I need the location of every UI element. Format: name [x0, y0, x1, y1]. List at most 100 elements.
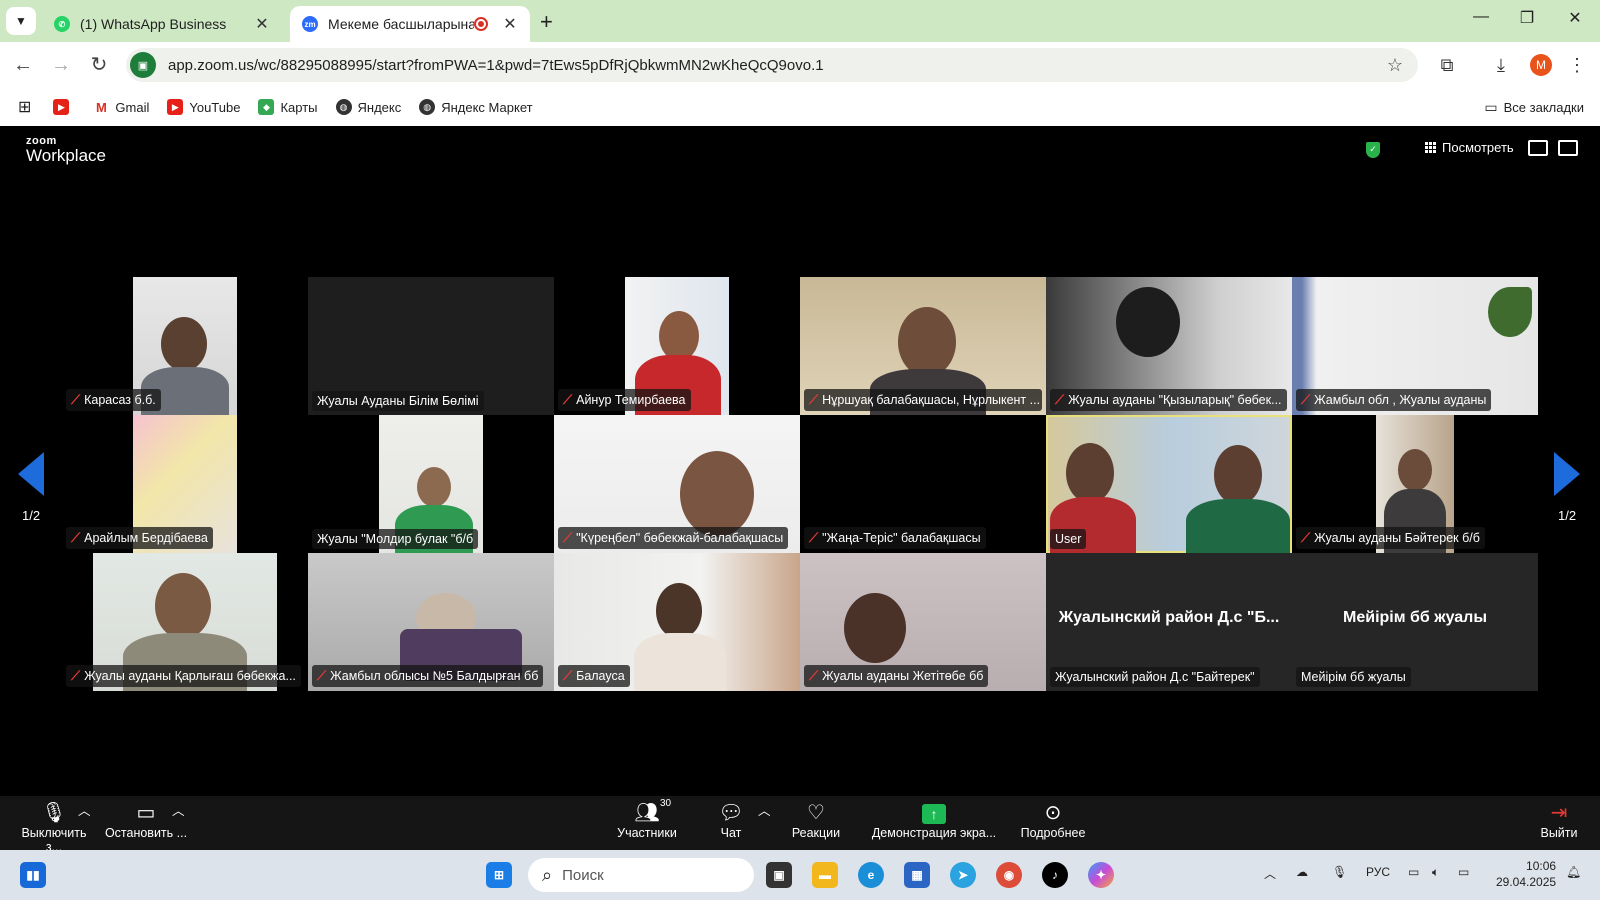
tab-zoom-meeting[interactable]: zm Мекеме басшыларына ✕: [290, 6, 530, 42]
participant-name: ⟋ Нұршуақ балабақшасы, Нұрлыкент ...: [804, 389, 1042, 411]
chat-icon: 💬︎: [718, 802, 744, 824]
mic-options-caret-icon[interactable]: ︿: [78, 800, 91, 819]
bookmark-yandex-market[interactable]: ◍ Яндекс Маркет: [419, 99, 533, 115]
share-screen-icon: ↑: [866, 800, 1002, 826]
participant-display-name: Жуалынский район Д.с "Б...: [1058, 609, 1280, 626]
address-bar[interactable]: ▣ app.zoom.us/wc/88295088995/start?fromP…: [126, 48, 1418, 82]
language-indicator[interactable]: РУС: [1366, 865, 1390, 879]
participant-head: [417, 467, 451, 507]
windows-start-icon[interactable]: ⊞: [486, 862, 512, 888]
onedrive-icon[interactable]: ☁: [1296, 865, 1308, 879]
mic-muted-icon: ⟋: [71, 392, 81, 407]
network-icon[interactable]: ▭: [1408, 865, 1419, 879]
participant-tile[interactable]: ⟋ Нұршуақ балабақшасы, Нұрлыкент ...: [800, 277, 1046, 415]
apps-grid-icon[interactable]: ⊞: [18, 97, 31, 117]
task-view-icon[interactable]: ▣: [766, 862, 792, 888]
participant-tile[interactable]: Жуалы Ауданы Білім Бөлімі: [308, 277, 554, 415]
participant-tile[interactable]: ⟋ Балауса: [554, 553, 800, 691]
tiktok-icon[interactable]: ♪: [1042, 862, 1068, 888]
system-clock[interactable]: 10:06 29.04.2025: [1496, 858, 1556, 890]
copilot-icon[interactable]: ✦: [1088, 862, 1114, 888]
participant-tile[interactable]: ⟋ Карасаз б.б.: [62, 277, 308, 415]
more-button[interactable]: ⊙ Подробнее: [1016, 800, 1090, 840]
volume-icon[interactable]: 🔈︎: [1432, 865, 1439, 880]
reload-button[interactable]: ↻: [86, 52, 112, 78]
more-label: Подробнее: [1020, 826, 1086, 840]
download-icon[interactable]: ⤓: [1488, 52, 1514, 78]
participant-tile[interactable]: ⟋ Арайлым Бердібаева: [62, 415, 308, 553]
taskbar-search[interactable]: ⌕ Поиск: [528, 858, 754, 892]
forward-button[interactable]: →: [48, 52, 74, 78]
battery-icon[interactable]: ▭: [1458, 865, 1469, 879]
mic-muted-icon: ⟋: [1301, 530, 1311, 545]
name-text: Нұршуақ балабақшасы, Нұрлыкент ...: [822, 393, 1041, 407]
participant-name: Жуалы Ауданы Білім Бөлімі: [312, 391, 484, 411]
participant-tile[interactable]: ⟋ Жамбыл обл , Жуалы ауданы: [1292, 277, 1538, 415]
bookmark-gmail[interactable]: M Gmail: [93, 99, 149, 115]
close-icon[interactable]: ✕: [502, 14, 518, 34]
bookmark-yandex[interactable]: ◍ Яндекс: [335, 99, 401, 115]
meeting-controls-bar: 🎙︎ Выключить з... ︿ ▭ Остановить ... ︿ 👥…: [0, 796, 1600, 854]
share-screen-button[interactable]: ↑ Демонстрация экра...: [866, 800, 1002, 840]
bookmark-star-icon[interactable]: ☆: [1380, 55, 1410, 76]
minimize-button[interactable]: —: [1466, 8, 1496, 26]
chat-options-caret-icon[interactable]: ︿: [758, 800, 771, 819]
prev-page-arrow[interactable]: [18, 452, 44, 496]
youtube-icon: ▶: [53, 99, 70, 115]
next-page-arrow[interactable]: [1554, 452, 1580, 496]
encryption-shield-icon[interactable]: ✓: [1366, 142, 1380, 158]
participant-tile-active-speaker[interactable]: User: [1046, 415, 1292, 553]
participant-tile[interactable]: Жуалы "Молдир булак "б/б: [308, 415, 554, 553]
participant-tile[interactable]: ⟋ "Күреңбел" бөбекжай-балабақшасы: [554, 415, 800, 553]
participant-tile[interactable]: ⟋ Жамбыл облысы №5 Балдырған бб: [308, 553, 554, 691]
edge-icon[interactable]: e: [858, 862, 884, 888]
participants-button[interactable]: 👥︎ Участники: [612, 800, 682, 840]
chrome-icon[interactable]: ◉: [996, 862, 1022, 888]
fullscreen-icon[interactable]: [1558, 140, 1578, 156]
participant-tile[interactable]: ⟋ Жуалы ауданы Жетітөбе бб: [800, 553, 1046, 691]
bookmark-youtube-icon-only[interactable]: ▶: [53, 99, 75, 115]
view-button[interactable]: Посмотреть: [1425, 140, 1514, 155]
tray-overflow-icon[interactable]: ︿: [1264, 865, 1276, 882]
extensions-icon[interactable]: ⧉: [1434, 52, 1460, 78]
leave-button[interactable]: ⇥ Выйти: [1536, 800, 1582, 840]
participant-tile[interactable]: ⟋ Жуалы ауданы Бәйтерек б/б: [1292, 415, 1538, 553]
participant-tile[interactable]: ⟋ Жуалы ауданы Қарлығаш бөбекжа...: [62, 553, 308, 691]
participant-tile[interactable]: ⟋ Жуалы ауданы "Қызыларық" бөбек...: [1046, 277, 1292, 415]
participant-head: [844, 593, 906, 663]
bookmark-maps[interactable]: ◆ Карты: [258, 99, 318, 115]
participant-body: [634, 633, 726, 691]
participant-tile[interactable]: ⟋ "Жаңа-Теріс" балабақшасы: [800, 415, 1046, 553]
bookmark-label: Gmail: [115, 99, 150, 115]
close-icon[interactable]: ✕: [254, 14, 270, 34]
microphone-tray-icon[interactable]: 🎙︎: [1332, 865, 1347, 879]
tab-whatsapp[interactable]: ✆ (1) WhatsApp Business ✕: [42, 6, 282, 42]
plant-leaves: [1488, 287, 1532, 337]
bookmark-youtube[interactable]: ▶ YouTube: [167, 99, 240, 115]
menu-dots-icon[interactable]: ⋮: [1564, 52, 1590, 78]
tab-search-button[interactable]: ▼: [6, 7, 36, 35]
close-window-button[interactable]: ✕: [1560, 8, 1590, 28]
reactions-button[interactable]: ♡ Реакции: [786, 800, 846, 840]
back-button[interactable]: ←: [10, 52, 36, 78]
all-bookmarks[interactable]: ▭ Все закладки: [1484, 88, 1584, 126]
file-explorer-icon[interactable]: ▬: [812, 862, 838, 888]
widgets-icon[interactable]: ▮▮: [20, 862, 46, 888]
site-info-icon[interactable]: ▣: [130, 52, 156, 78]
store-icon[interactable]: ▦: [904, 862, 930, 888]
participant-tile[interactable]: Мейірім бб жуалы Мейірім бб жуалы: [1292, 553, 1538, 691]
notification-bell-icon[interactable]: 🔔︎: [1566, 865, 1581, 879]
participant-tile[interactable]: ⟋ Айнур Темирбаева: [554, 277, 800, 415]
participants-label: Участники: [617, 826, 677, 840]
telegram-icon[interactable]: ➤: [950, 862, 976, 888]
participant-tile[interactable]: Жуалынский район Д.с "Б... Жуалынский ра…: [1046, 553, 1292, 691]
new-tab-button[interactable]: +: [540, 9, 553, 35]
globe-icon: ◍: [335, 99, 352, 115]
chat-button[interactable]: 💬︎ Чат: [706, 800, 756, 840]
video-options-caret-icon[interactable]: ︿: [172, 800, 185, 819]
clock-time: 10:06: [1526, 859, 1557, 873]
restore-button[interactable]: ❐: [1512, 8, 1542, 28]
pip-icon[interactable]: [1528, 140, 1548, 156]
profile-avatar[interactable]: M: [1530, 54, 1552, 76]
name-text: Жуалы "Молдир булак "б/б: [317, 532, 474, 546]
